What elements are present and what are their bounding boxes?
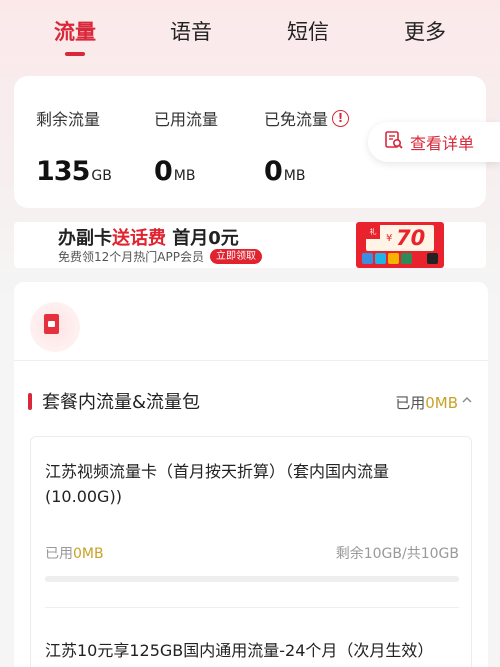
- used-data-stat: 已用流量 0 MB: [154, 106, 218, 187]
- package-card[interactable]: 江苏视频流量卡（首月按天折算）（套内国内流量(10.00G)) 已用0MB 剩余…: [30, 436, 472, 667]
- package-name: 江苏10元享125GB国内通用流量-24个月（次月生效）: [45, 641, 434, 660]
- banner-subtitle-text: 免费领12个月热门APP会员: [58, 250, 204, 264]
- remaining-data-value: 135: [36, 156, 90, 187]
- data-summary-card: 剩余流量 135 GB 已用流量 0 MB 已免流量 ! 0 MB 查看详单: [14, 76, 500, 208]
- used-data-value: 0: [154, 156, 173, 187]
- used-data-label: 已用流量: [154, 110, 219, 129]
- section-title: 套餐内流量&流量包: [42, 392, 201, 413]
- claim-now-button[interactable]: 立即领取: [209, 249, 262, 264]
- sim-card-icon: [30, 302, 80, 352]
- data-packages-panel: 套餐内流量&流量包 已用0MB 江苏视频流量卡（首月按天折算）（套内国内流量(1…: [14, 282, 488, 667]
- banner-title: 办副卡送话费 首月0元: [58, 224, 239, 250]
- banner-title-highlight: 送话费: [112, 228, 166, 249]
- top-tabs: 流量 语音 短信 更多: [0, 0, 500, 62]
- used-data-unit: MB: [173, 168, 196, 184]
- banner-title-part1: 办副卡: [58, 228, 112, 249]
- coupon-currency: ¥: [386, 233, 393, 244]
- app-logo-icon: [388, 253, 399, 264]
- divider: [45, 607, 459, 608]
- free-data-stat: 已免流量 ! 0 MB: [264, 106, 350, 187]
- app-logo-icon: [427, 253, 438, 264]
- package-used-prefix: 已用: [45, 546, 73, 562]
- free-data-label: 已免流量: [264, 110, 329, 129]
- coupon-badge: 礼: [366, 225, 380, 239]
- remaining-data-label: 剩余流量: [36, 110, 101, 129]
- remaining-data-stat: 剩余流量 135 GB: [36, 106, 112, 187]
- package-remaining: 剩余10GB/共10GB: [335, 546, 459, 562]
- banner-title-part2: 首月0元: [166, 228, 239, 249]
- coupon-graphic: 礼 ¥ 70: [356, 222, 444, 268]
- section-used-value: 0MB: [425, 394, 458, 412]
- app-logos-row: [362, 253, 438, 264]
- search-document-icon: [384, 130, 404, 154]
- section-used-prefix: 已用: [395, 394, 426, 412]
- section-marker: [28, 393, 32, 410]
- free-data-unit: MB: [283, 168, 306, 184]
- banner-subtitle: 免费领12个月热门APP会员 立即领取: [58, 248, 262, 265]
- tab-sms[interactable]: 短信: [263, 16, 353, 52]
- package-used-value: 0MB: [73, 546, 104, 562]
- coupon-value: 70: [396, 226, 426, 250]
- package-used: 已用0MB: [45, 543, 104, 563]
- app-logo-icon: [414, 253, 425, 264]
- promo-banner[interactable]: 办副卡送话费 首月0元 免费领12个月热门APP会员 立即领取 礼 ¥ 70: [14, 222, 486, 268]
- chevron-up-icon[interactable]: [462, 394, 472, 407]
- remaining-data-unit: GB: [91, 168, 112, 184]
- tab-voice[interactable]: 语音: [146, 16, 236, 52]
- divider: [14, 360, 488, 361]
- app-logo-icon: [375, 253, 386, 264]
- active-tab-indicator: [65, 52, 85, 56]
- tab-data[interactable]: 流量: [30, 16, 120, 52]
- package-name: 江苏视频流量卡（首月按天折算）（套内国内流量(10.00G)): [45, 462, 390, 506]
- view-detail-button[interactable]: 查看详单: [368, 122, 500, 162]
- package-progress-bar: [45, 576, 459, 582]
- app-logo-icon: [401, 253, 412, 264]
- info-icon[interactable]: !: [332, 109, 350, 127]
- app-logo-icon: [362, 253, 373, 264]
- view-detail-label: 查看详单: [410, 134, 475, 153]
- tab-more[interactable]: 更多: [380, 16, 470, 52]
- section-used-summary: 已用0MB: [395, 392, 458, 413]
- free-data-value: 0: [264, 156, 283, 187]
